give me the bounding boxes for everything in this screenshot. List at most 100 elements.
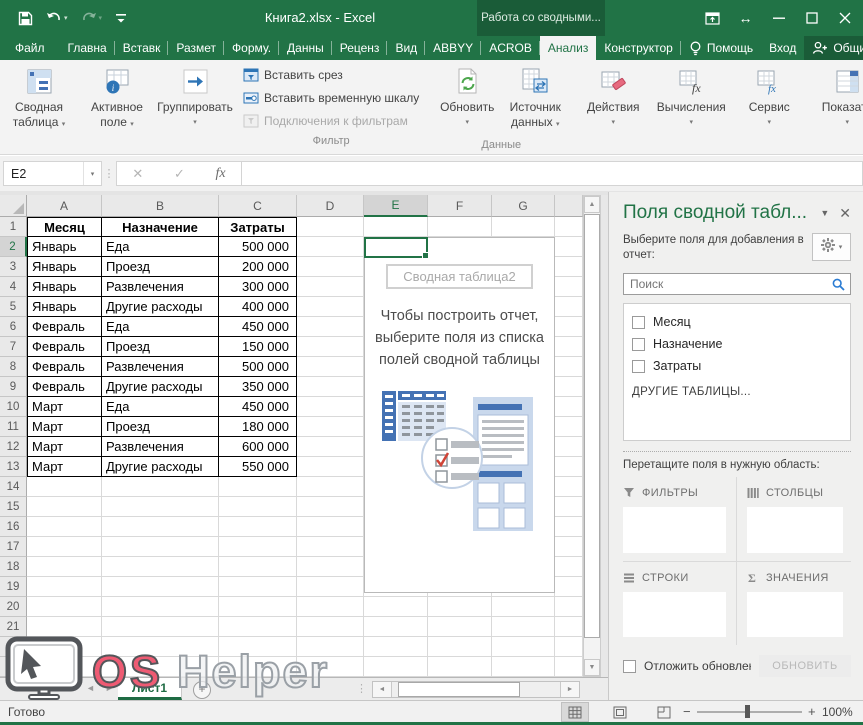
cell-C23[interactable]	[219, 657, 297, 677]
ribbon-button-сводная[interactable]: Своднаятаблица ▾	[5, 62, 73, 134]
cell-B10[interactable]: Еда	[102, 397, 219, 417]
cell-C5[interactable]: 400 000	[219, 297, 297, 317]
cell-C9[interactable]: 350 000	[219, 377, 297, 397]
tab-вставк[interactable]: Вставк	[115, 36, 169, 60]
ribbon-button-обновить[interactable]: Обновить▾	[433, 62, 501, 138]
name-box[interactable]: E2 ▾	[3, 161, 102, 186]
row-header-9[interactable]: 9	[0, 377, 27, 397]
ribbon-button-активное[interactable]: iАктивноеполе ▾	[83, 62, 151, 134]
update-button[interactable]: ОБНОВИТЬ	[759, 655, 851, 677]
cell-H1[interactable]	[555, 217, 583, 237]
cell-A6[interactable]: Февраль	[27, 317, 102, 337]
undo-dropdown-icon[interactable]: ▾	[64, 14, 68, 22]
insert-function-icon[interactable]: fx	[216, 166, 226, 182]
cell-C18[interactable]	[219, 557, 297, 577]
cell-B13[interactable]: Другие расходы	[102, 457, 219, 477]
cell-C4[interactable]: 300 000	[219, 277, 297, 297]
normal-view-icon[interactable]	[561, 702, 589, 722]
area-dropzone[interactable]	[747, 507, 843, 553]
cell-A12[interactable]: Март	[27, 437, 102, 457]
ribbon-button-сервис[interactable]: fxСервис▾	[735, 62, 803, 132]
cell-D23[interactable]	[297, 657, 364, 677]
scroll-left-icon[interactable]: ◄	[373, 682, 392, 697]
cell-B7[interactable]: Проезд	[102, 337, 219, 357]
row-header-3[interactable]: 3	[0, 257, 27, 277]
cell-C12[interactable]: 600 000	[219, 437, 297, 457]
cell-H16[interactable]	[555, 517, 583, 537]
row-header-5[interactable]: 5	[0, 297, 27, 317]
formula-input[interactable]	[242, 161, 863, 186]
tab-реценз[interactable]: Реценз	[332, 36, 388, 60]
cell-A15[interactable]	[27, 497, 102, 517]
cell-C2[interactable]: 500 000	[219, 237, 297, 257]
column-header-E[interactable]: E	[364, 195, 428, 217]
drop-area-значения[interactable]: ΣЗНАЧЕНИЯ	[737, 562, 851, 646]
cell-D16[interactable]	[297, 517, 364, 537]
new-sheet-icon[interactable]: +	[193, 681, 211, 699]
cell-E21[interactable]	[364, 617, 428, 637]
cell-A21[interactable]	[27, 617, 102, 637]
undo-icon[interactable]: ▾	[46, 12, 68, 25]
cell-H10[interactable]	[555, 397, 583, 417]
row-header-19[interactable]: 19	[0, 577, 27, 597]
cell-C8[interactable]: 500 000	[219, 357, 297, 377]
cell-B17[interactable]	[102, 537, 219, 557]
cell-C16[interactable]	[219, 517, 297, 537]
cell-F21[interactable]	[428, 617, 492, 637]
minimize-icon[interactable]	[762, 0, 795, 36]
cell-H6[interactable]	[555, 317, 583, 337]
cell-B8[interactable]: Развлечения	[102, 357, 219, 377]
ribbon-button-вставить-срез[interactable]: Вставить срез	[243, 65, 419, 85]
search-input[interactable]	[624, 277, 832, 291]
row-header-18[interactable]: 18	[0, 557, 27, 577]
cell-D7[interactable]	[297, 337, 364, 357]
cell-D19[interactable]	[297, 577, 364, 597]
drop-area-столбцы[interactable]: СТОЛБЦЫ	[737, 477, 851, 562]
area-dropzone[interactable]	[747, 592, 843, 638]
cell-D8[interactable]	[297, 357, 364, 377]
cell-A14[interactable]	[27, 477, 102, 497]
tab-acrob[interactable]: ACROB	[481, 36, 540, 60]
column-header-F[interactable]: F	[428, 195, 492, 217]
row-header-10[interactable]: 10	[0, 397, 27, 417]
tab-помощь[interactable]: Помощь	[681, 36, 761, 60]
tab-главна[interactable]: Главна	[60, 36, 115, 60]
cell-A9[interactable]: Февраль	[27, 377, 102, 397]
cell-A2[interactable]: Январь	[27, 237, 102, 257]
cell-D14[interactable]	[297, 477, 364, 497]
hscroll-grip[interactable]: ⋮	[356, 682, 367, 695]
cell-C22[interactable]	[219, 637, 297, 657]
cell-B12[interactable]: Развлечения	[102, 437, 219, 457]
name-box-dropdown-icon[interactable]: ▾	[83, 162, 101, 185]
horizontal-scrollbar[interactable]: ◄ ►	[372, 681, 580, 698]
cell-G21[interactable]	[492, 617, 555, 637]
vertical-scrollbar[interactable]: ▲ ▼	[583, 195, 601, 677]
ribbon-button-источник[interactable]: Источникданных ▾	[501, 62, 569, 138]
ribbon-button-вычисления[interactable]: fxВычисления▾	[657, 62, 725, 132]
cell-A22[interactable]	[27, 637, 102, 657]
row-header-12[interactable]: 12	[0, 437, 27, 457]
cell-H4[interactable]	[555, 277, 583, 297]
resize-icon[interactable]: ↔	[729, 0, 762, 36]
row-header-23[interactable]: 23	[0, 657, 27, 677]
column-header-D[interactable]: D	[297, 195, 364, 217]
row-header-6[interactable]: 6	[0, 317, 27, 337]
sheet-tab-active[interactable]: Лист1	[118, 678, 182, 700]
cell-A7[interactable]: Февраль	[27, 337, 102, 357]
zoom-out-icon[interactable]: −	[683, 704, 691, 719]
field-checkbox[interactable]	[632, 338, 645, 351]
cell-H7[interactable]	[555, 337, 583, 357]
cell-B22[interactable]	[102, 637, 219, 657]
cell-A5[interactable]: Январь	[27, 297, 102, 317]
vertical-scrollbar-thumb[interactable]	[584, 214, 600, 638]
column-header-G[interactable]: G	[492, 195, 555, 217]
cell-F1[interactable]	[428, 217, 492, 237]
tab-вид[interactable]: Вид	[387, 36, 425, 60]
row-header-8[interactable]: 8	[0, 357, 27, 377]
more-tables-link[interactable]: ДРУГИЕ ТАБЛИЦЫ...	[632, 386, 842, 398]
cell-A17[interactable]	[27, 537, 102, 557]
cell-B11[interactable]: Проезд	[102, 417, 219, 437]
cell-A23[interactable]	[27, 657, 102, 677]
cell-A11[interactable]: Март	[27, 417, 102, 437]
zoom-in-icon[interactable]: +	[808, 704, 816, 719]
